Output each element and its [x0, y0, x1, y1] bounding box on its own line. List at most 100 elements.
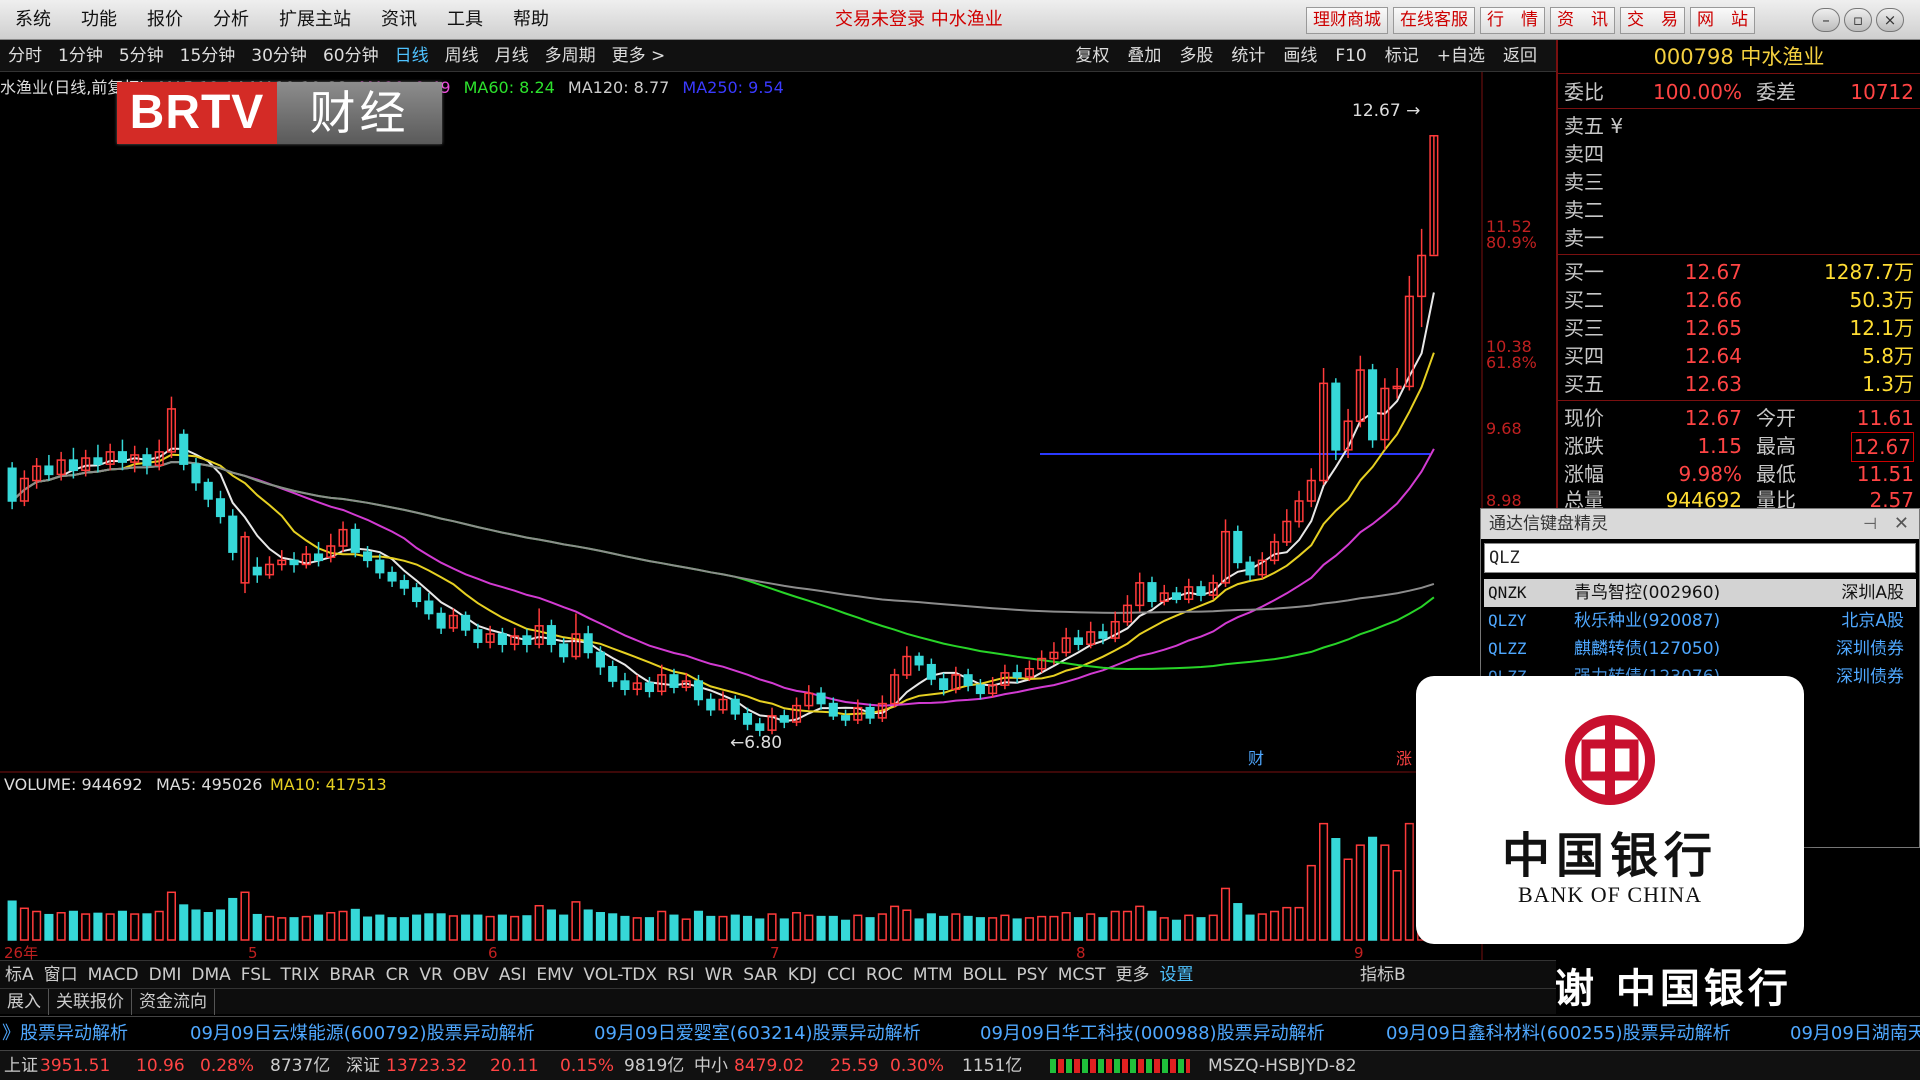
buy-row[interactable]: 买四 12.64 5.8万	[1558, 342, 1920, 370]
indicator-more[interactable]: 更多	[1110, 961, 1154, 989]
indicator-settings[interactable]: 设置	[1154, 961, 1198, 989]
buy-row[interactable]: 买二 12.66 50.3万	[1558, 286, 1920, 314]
elf-result-item[interactable]: QLZY 秋乐种业(920087) 北京A股	[1484, 607, 1916, 635]
indicator-tab[interactable]: ASI	[494, 961, 531, 989]
sell-row[interactable]: 卖二	[1558, 196, 1920, 224]
indicator-tab[interactable]: DMI	[144, 961, 187, 989]
tool-draw-line[interactable]: 画线	[1274, 40, 1326, 72]
volume-bar	[215, 909, 226, 941]
close-icon[interactable]: ×	[1876, 8, 1904, 32]
candle-body	[313, 553, 324, 562]
period-5min[interactable]: 5分钟	[111, 40, 172, 72]
elf-result-item[interactable]: QNZK 青鸟智控(002960) 深圳A股	[1484, 579, 1916, 607]
minimize-icon[interactable]: –	[1812, 8, 1840, 32]
menu-quote[interactable]: 报价	[132, 0, 198, 40]
indicator-tab[interactable]: 窗口	[39, 961, 83, 989]
menu-system[interactable]: 系统	[0, 0, 66, 40]
news-item[interactable]: 09月09日湖南天	[1790, 1017, 1920, 1050]
tab-related-quote[interactable]: 关联报价	[49, 988, 132, 1015]
indicator-tab[interactable]: VR	[414, 961, 447, 989]
buy-row[interactable]: 买一 12.67 1287.7万	[1558, 258, 1920, 286]
news-item[interactable]: 》股票异动解析	[2, 1017, 128, 1050]
indicator-tab[interactable]: BRAR	[324, 961, 380, 989]
info-button[interactable]: 资 讯	[1550, 7, 1615, 34]
period-15min[interactable]: 15分钟	[172, 40, 244, 72]
indicator-tab[interactable]: BOLL	[958, 961, 1012, 989]
menu-ext-station[interactable]: 扩展主站	[264, 0, 366, 40]
indicator-tab[interactable]: PSY	[1011, 961, 1052, 989]
period-tick[interactable]: 分时	[0, 40, 50, 72]
tool-multi-stock[interactable]: 多股	[1170, 40, 1222, 72]
tool-add-watch[interactable]: +自选	[1428, 40, 1494, 72]
elf-title-bar[interactable]: 通达信键盘精灵 ⊣ ✕	[1481, 509, 1919, 539]
indicator-b-button[interactable]: 指标B	[1360, 961, 1406, 989]
indicator-tab[interactable]: CR	[381, 961, 415, 989]
volume-bar	[130, 913, 140, 941]
kline-chart[interactable]: 11.5280.9%10.3861.8%9.688.9812.67 →←6.80…	[0, 72, 1556, 960]
period-monthly[interactable]: 月线	[487, 40, 537, 72]
indicator-tab[interactable]: VOL-TDX	[578, 961, 662, 989]
period-more[interactable]: 更多 >	[604, 40, 674, 72]
indicator-tab[interactable]: WR	[700, 961, 739, 989]
indicator-tab[interactable]: ROC	[861, 961, 908, 989]
online-service-button[interactable]: 在线客服	[1393, 7, 1475, 34]
trade-button[interactable]: 交 易	[1620, 7, 1685, 34]
indicator-tab[interactable]: RSI	[662, 961, 700, 989]
indicator-tab[interactable]: FSL	[236, 961, 276, 989]
sell-row[interactable]: 卖三	[1558, 168, 1920, 196]
wealth-mall-button[interactable]: 理财商城	[1306, 7, 1388, 34]
indicator-tab[interactable]: OBV	[448, 961, 494, 989]
news-item[interactable]: 09月09日云煤能源(600792)股票异动解析	[190, 1017, 535, 1050]
tool-back[interactable]: 返回	[1494, 40, 1546, 72]
indicator-tab[interactable]: DMA	[186, 961, 235, 989]
sell-row[interactable]: 卖五 ¥	[1558, 112, 1920, 140]
period-weekly[interactable]: 周线	[437, 40, 487, 72]
news-item[interactable]: 09月09日鑫科材料(600255)股票异动解析	[1386, 1017, 1731, 1050]
indicator-tab[interactable]: MTM	[908, 961, 958, 989]
market-button[interactable]: 行 情	[1480, 7, 1545, 34]
indicator-tab[interactable]: EMV	[531, 961, 578, 989]
bank-name-cn: 中国银行	[1501, 828, 1718, 884]
period-30min[interactable]: 30分钟	[243, 40, 315, 72]
tool-f10[interactable]: F10	[1326, 40, 1375, 72]
change-value: 1.15	[1697, 434, 1742, 458]
period-multi[interactable]: 多周期	[537, 40, 604, 72]
indicator-tab[interactable]: SAR	[738, 961, 783, 989]
zx-index-pct: 0.30%	[890, 1056, 945, 1076]
indicator-tab[interactable]: 标A	[0, 961, 39, 989]
menu-news[interactable]: 资讯	[366, 0, 432, 40]
period-daily[interactable]: 日线	[387, 40, 437, 72]
period-60min[interactable]: 60分钟	[315, 40, 387, 72]
candle-body	[473, 629, 483, 643]
pin-icon[interactable]: ⊣	[1863, 509, 1877, 539]
news-item[interactable]: 09月09日爱婴室(603214)股票异动解析	[594, 1017, 921, 1050]
menu-function[interactable]: 功能	[66, 0, 132, 40]
indicator-tab[interactable]: MCST	[1053, 961, 1111, 989]
menu-help[interactable]: 帮助	[498, 0, 564, 40]
volume-bar	[375, 914, 385, 941]
menu-analysis[interactable]: 分析	[198, 0, 264, 40]
indicator-tab[interactable]: KDJ	[783, 961, 822, 989]
indicator-tab[interactable]: CCI	[822, 961, 861, 989]
sell-row[interactable]: 卖四	[1558, 140, 1920, 168]
tool-mark[interactable]: 标记	[1376, 40, 1428, 72]
period-1min[interactable]: 1分钟	[50, 40, 111, 72]
restore-icon[interactable]: ▫	[1844, 8, 1872, 32]
indicator-tab[interactable]: TRIX	[276, 961, 325, 989]
tool-adjust[interactable]: 复权	[1066, 40, 1118, 72]
website-button[interactable]: 网 站	[1690, 7, 1755, 34]
close-icon[interactable]: ✕	[1894, 509, 1909, 539]
tab-expand[interactable]: 展入	[0, 988, 49, 1015]
tool-stats[interactable]: 统计	[1222, 40, 1274, 72]
news-item[interactable]: 09月09日华工科技(000988)股票异动解析	[980, 1017, 1325, 1050]
sell-row[interactable]: 卖一	[1558, 224, 1920, 252]
indicator-tab[interactable]: MACD	[83, 961, 144, 989]
menu-tools[interactable]: 工具	[432, 0, 498, 40]
buy-row[interactable]: 买五 12.63 1.3万	[1558, 370, 1920, 398]
login-status[interactable]: 交易未登录 中水渔业	[835, 0, 1003, 40]
elf-result-item[interactable]: QLZZ 麒麟转债(127050) 深圳债券	[1484, 635, 1916, 663]
elf-search-input[interactable]: QLZ	[1484, 543, 1916, 573]
tab-capital-flow[interactable]: 资金流向	[132, 988, 215, 1015]
tool-overlay[interactable]: 叠加	[1118, 40, 1170, 72]
buy-row[interactable]: 买三 12.65 12.1万	[1558, 314, 1920, 342]
